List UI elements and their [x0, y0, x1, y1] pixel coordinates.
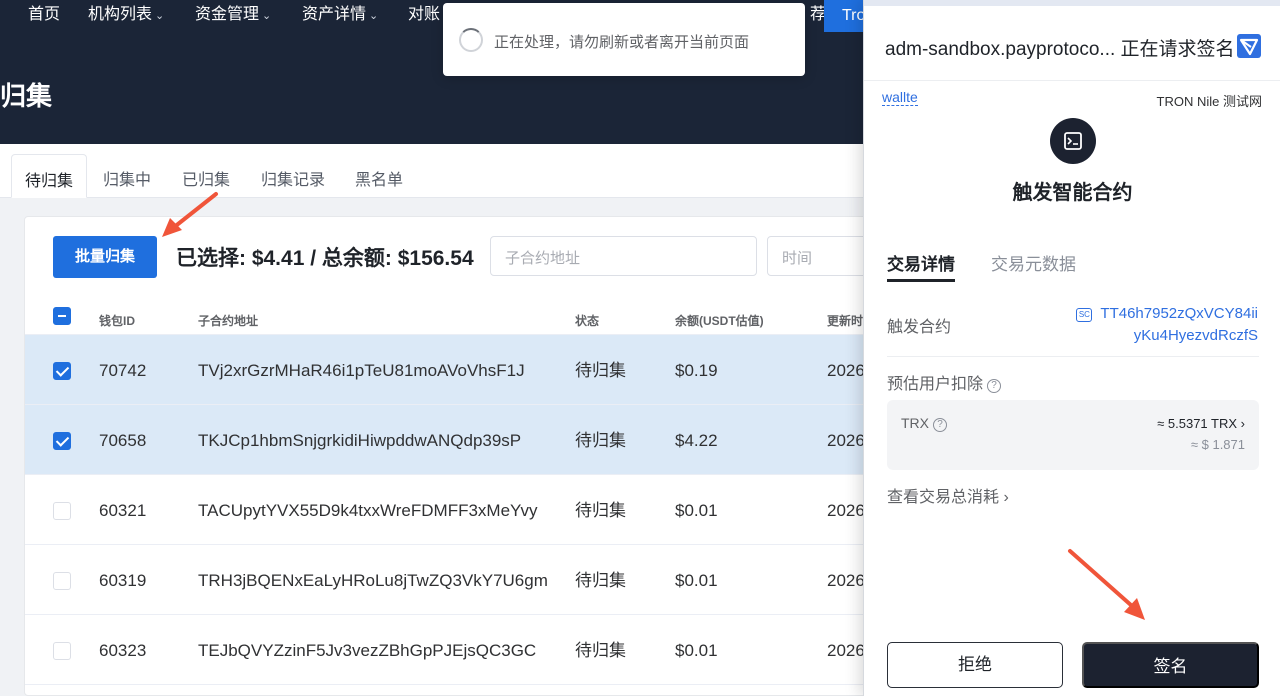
- wallet-sign-popup: adm-sandbox.payprotoco... 正在请求签名 wallte …: [863, 0, 1280, 696]
- fee-box[interactable]: TRX? ≈ 5.5371 TRX › ≈ $ 1.871: [887, 400, 1259, 470]
- trigger-contract-label: 触发合约: [887, 319, 952, 336]
- total-fee-link[interactable]: 查看交易总消耗 ›: [887, 483, 1009, 507]
- column-header-address: 子合约地址: [198, 314, 259, 328]
- nav-item-label: 对账: [408, 6, 441, 23]
- nav-item-reconciliation[interactable]: 对账: [408, 5, 440, 25]
- status-cell: 待归集: [575, 571, 626, 590]
- row-checkbox[interactable]: [53, 572, 71, 590]
- reject-button[interactable]: 拒绝: [887, 642, 1063, 688]
- chevron-down-icon: ⌄: [155, 10, 165, 22]
- fee-value: ≈ 5.5371 TRX ›: [1157, 416, 1245, 431]
- balance-cell: $4.22: [675, 431, 718, 450]
- address-cell: TEJbQVYZzinF5Jv3vezZBhGpPJEjsQC3GC: [198, 641, 537, 660]
- column-header-balance[interactable]: 余额(USDT估值): [675, 312, 764, 329]
- wallet-id-cell: 70658: [99, 431, 147, 450]
- section-divider: [887, 356, 1259, 357]
- chevron-right-icon: ›: [1003, 489, 1009, 506]
- status-cell: 待归集: [575, 361, 626, 380]
- balance-cell: $0.01: [675, 501, 718, 520]
- estimated-deduction-label: 预估用户扣除: [887, 376, 984, 393]
- wallet-id-cell: 60321: [99, 501, 147, 520]
- toast-message: 正在处理，请勿刷新或者离开当前页面: [494, 34, 750, 51]
- nav-item-assets[interactable]: 资产详情 ⌄: [302, 5, 378, 26]
- row-checkbox[interactable]: [53, 432, 71, 450]
- fee-token-label: TRX: [901, 415, 929, 431]
- balance-cell: $0.01: [675, 641, 718, 660]
- updated-cell: 2026: [827, 501, 865, 520]
- row-checkbox[interactable]: [53, 502, 71, 520]
- tab-collected[interactable]: 已归集: [169, 154, 243, 198]
- chevron-down-icon: ⌄: [369, 10, 379, 22]
- sign-button[interactable]: 签名: [1082, 642, 1259, 688]
- address-cell: TKJCp1hbmSnjgrkidiHiwpddwANQdp39sP: [198, 431, 522, 450]
- account-name[interactable]: wallte: [882, 89, 918, 106]
- balance-cell: $0.19: [675, 361, 718, 380]
- tab-pending[interactable]: 待归集: [11, 154, 88, 198]
- nav-item-label: 首页: [28, 6, 61, 23]
- tab-transaction-metadata[interactable]: 交易元数据: [991, 250, 1076, 275]
- chevron-down-icon: ⌄: [262, 10, 272, 22]
- updated-cell: 2026: [827, 641, 865, 660]
- column-header-wallet-id: 钱包ID: [99, 314, 136, 328]
- updated-cell: 2026: [827, 361, 865, 380]
- tab-transaction-details[interactable]: 交易详情: [887, 250, 955, 282]
- address-cell: TRH3jBQENxEaLyHRoLu8jTwZQ3VkY7U6gm: [198, 571, 548, 590]
- status-cell: 待归集: [575, 501, 626, 520]
- total-fee-label: 查看交易总消耗: [887, 489, 1000, 506]
- contract-address-line2: yKu4HyezvdRczfS: [1133, 327, 1258, 344]
- balance-cell: $0.01: [675, 571, 718, 590]
- batch-collect-button[interactable]: 批量归集: [53, 236, 157, 278]
- fee-amount: ≈ 5.5371 TRX: [1157, 416, 1238, 431]
- nav-item-label: 机构列表: [88, 6, 153, 23]
- fee-token: TRX?: [901, 415, 947, 432]
- contract-address-line1: TT46h7952zQxVCY84ii: [1100, 305, 1258, 322]
- wallet-logo-icon: [1237, 34, 1261, 58]
- updated-cell: 2026: [827, 431, 865, 450]
- wallet-id-cell: 70742: [99, 361, 147, 380]
- address-cell: TVj2xrGzrMHaR46i1pTeU81moAVoVhsF1J: [198, 361, 525, 380]
- nav-item-home[interactable]: 首页: [28, 5, 60, 25]
- wallet-id-cell: 60319: [99, 571, 147, 590]
- processing-toast: 正在处理，请勿刷新或者离开当前页面: [443, 3, 805, 76]
- tab-collecting[interactable]: 归集中: [90, 154, 164, 198]
- wallet-id-cell: 60323: [99, 641, 147, 660]
- status-cell: 待归集: [575, 431, 626, 450]
- row-checkbox[interactable]: [53, 642, 71, 660]
- page-title: 归集: [0, 81, 53, 111]
- updated-cell: 2026: [827, 571, 865, 590]
- nav-item-institutions[interactable]: 机构列表 ⌄: [88, 5, 164, 26]
- fee-usd-value: ≈ $ 1.871: [1190, 437, 1245, 452]
- column-header-updated[interactable]: 更新时: [827, 312, 863, 329]
- sign-request-header: adm-sandbox.payprotoco... 正在请求签名: [885, 39, 1235, 60]
- header-divider: [864, 80, 1280, 81]
- loading-spinner-icon: [459, 28, 483, 52]
- popup-title: 触发智能合约: [1012, 182, 1133, 204]
- nav-tron-button-label: Tro: [842, 7, 866, 24]
- network-label: TRON Nile 测试网: [1156, 94, 1262, 109]
- selection-summary: 已选择: $4.41 / 总余额: $156.54: [176, 247, 474, 270]
- column-header-status: 状态: [575, 314, 600, 328]
- estimated-deduction: 预估用户扣除?: [887, 370, 1002, 394]
- help-icon[interactable]: ?: [933, 418, 947, 432]
- contract-address-link[interactable]: SC TT46h7952zQxVCY84ii yKu4HyezvdRczfS: [1062, 303, 1258, 347]
- select-all-checkbox[interactable]: [53, 307, 71, 325]
- popup-title-strip: [864, 0, 1280, 6]
- tab-blacklist[interactable]: 黑名单: [342, 154, 416, 198]
- nav-item-label: 资金管理: [195, 6, 260, 23]
- address-cell: TACUpytYVX55D9k4txxWreFDMFF3xMeYvy: [198, 501, 538, 520]
- row-checkbox[interactable]: [53, 362, 71, 380]
- help-icon[interactable]: ?: [987, 379, 1002, 393]
- nav-item-funds[interactable]: 资金管理 ⌄: [195, 5, 271, 26]
- contract-address-input[interactable]: 子合约地址: [490, 236, 757, 276]
- chevron-right-icon: ›: [1240, 416, 1245, 431]
- nav-item-label: 资产详情: [302, 6, 367, 23]
- smart-contract-icon: SC: [1076, 308, 1093, 322]
- contract-icon: [1050, 118, 1096, 164]
- status-cell: 待归集: [575, 641, 626, 660]
- tab-records[interactable]: 归集记录: [248, 154, 338, 198]
